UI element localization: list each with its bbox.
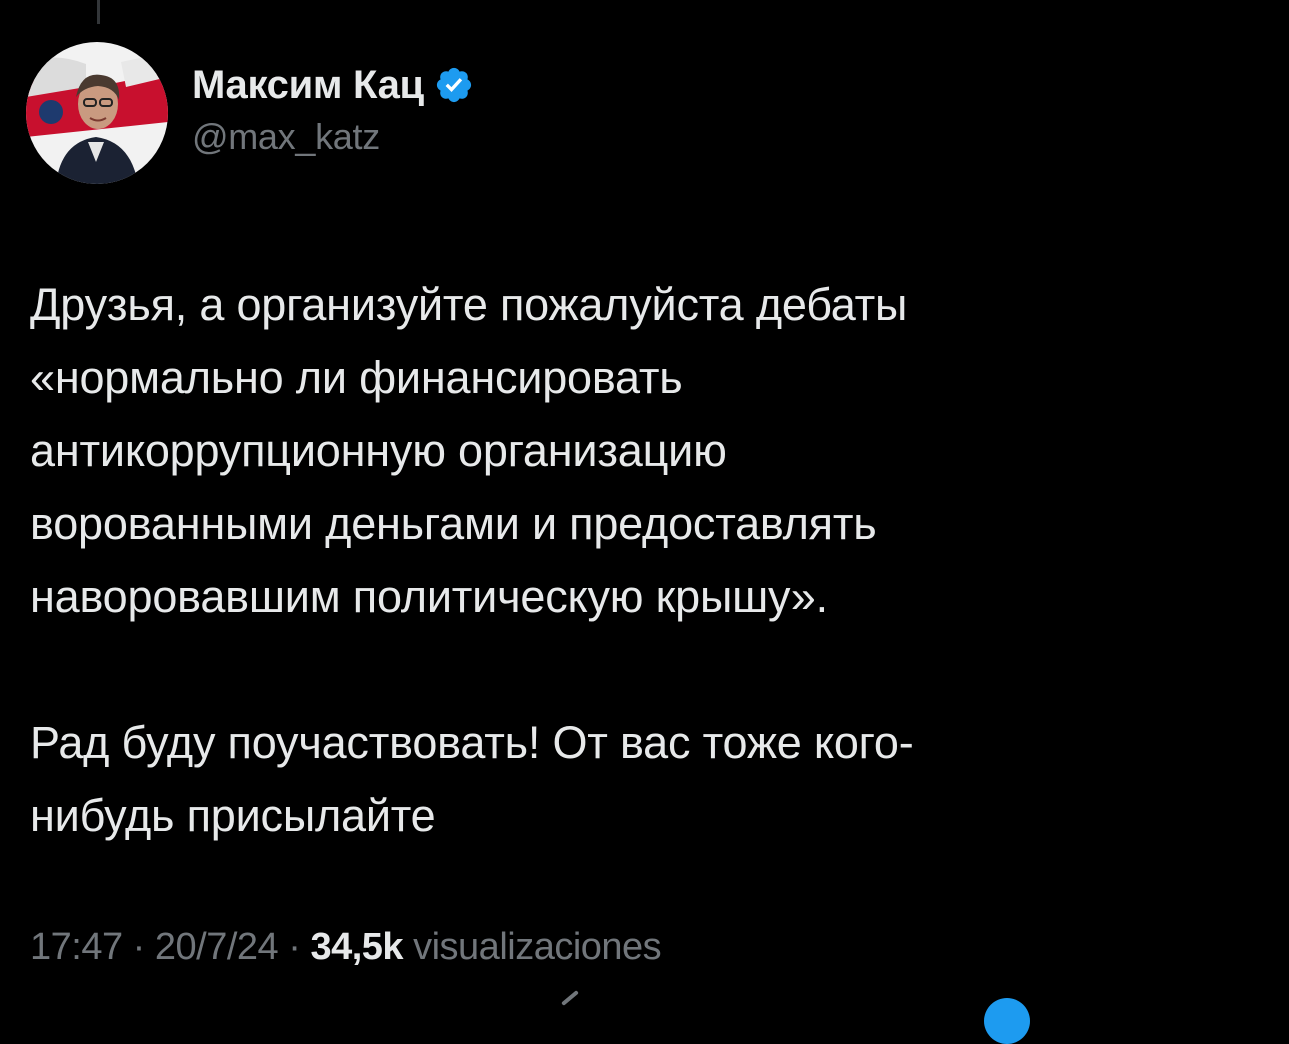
meta-separator: · <box>122 926 155 968</box>
verified-badge-icon[interactable] <box>434 65 474 105</box>
action-icon-partial[interactable] <box>561 990 579 1006</box>
avatar[interactable] <box>26 42 168 184</box>
views-label: visualizaciones <box>413 926 662 968</box>
tweet-paragraph: Рад буду поучаствовать! От вас тоже кого… <box>30 717 914 841</box>
tweet-author[interactable]: Максим Кац @max_katz <box>192 58 474 158</box>
views-count[interactable]: 34,5k <box>310 926 403 968</box>
tweet-date[interactable]: 20/7/24 <box>155 926 279 968</box>
author-name-row: Максим Кац <box>192 58 474 112</box>
tweet-body: Друзья, а организуйте пожалуйста дебаты … <box>30 268 1250 852</box>
author-handle[interactable]: @max_katz <box>192 116 474 158</box>
thread-connector-line <box>97 0 100 24</box>
avatar-image <box>26 42 168 184</box>
meta-separator: · <box>278 926 311 968</box>
tweet-meta: 17:47 · 20/7/24 · 34,5k visualizaciones <box>30 926 662 969</box>
action-icon-partial[interactable] <box>984 998 1030 1044</box>
author-display-name[interactable]: Максим Кац <box>192 63 424 108</box>
tweet-paragraph: Друзья, а организуйте пожалуйста дебаты … <box>30 279 908 622</box>
tweet-time[interactable]: 17:47 <box>30 926 123 968</box>
